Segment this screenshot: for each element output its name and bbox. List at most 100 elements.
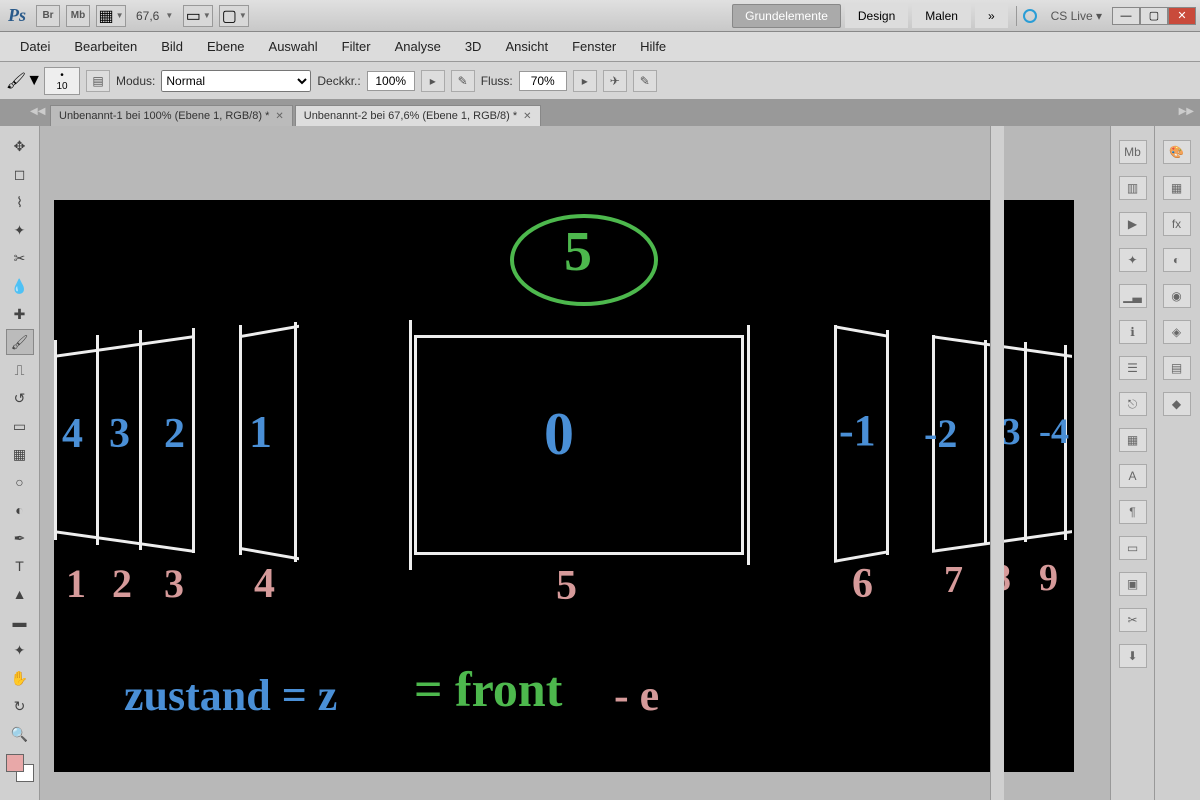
color-panel-icon[interactable]: 🎨 <box>1163 140 1191 164</box>
blue-num: 1 <box>249 405 272 458</box>
lasso-tool[interactable]: ⌇ <box>6 189 34 215</box>
close-tab-icon[interactable]: ✕ <box>523 111 531 122</box>
styles-panel-icon[interactable]: fx <box>1163 212 1191 236</box>
menu-datei[interactable]: Datei <box>8 35 62 58</box>
history-brush-tool[interactable]: ↺ <box>6 385 34 411</box>
path-select-tool[interactable]: ▲ <box>6 581 34 607</box>
opacity-input[interactable]: 100% <box>367 71 415 91</box>
canvas-area: 5 0 <box>40 126 1110 800</box>
zoom-tool[interactable]: 🔍 <box>6 721 34 747</box>
stamp-tool[interactable]: ⎍ <box>6 357 34 383</box>
flow-input[interactable]: 70% <box>519 71 567 91</box>
brush-tool[interactable]: 🖌 <box>6 329 34 355</box>
masks-panel-icon[interactable]: ◐ <box>1163 248 1191 272</box>
tools-panel-icon[interactable]: ✂ <box>1119 608 1147 632</box>
menu-hilfe[interactable]: Hilfe <box>628 35 678 58</box>
screen-mode-dropdown[interactable]: ▦▼ <box>96 5 126 27</box>
menu-bearbeiten[interactable]: Bearbeiten <box>62 35 149 58</box>
arrange-dropdown[interactable]: ▭▼ <box>183 5 213 27</box>
menu-ebene[interactable]: Ebene <box>195 35 257 58</box>
menu-fenster[interactable]: Fenster <box>560 35 628 58</box>
eyedropper-tool[interactable]: 💧 <box>6 273 34 299</box>
workspace-design[interactable]: Design <box>845 4 908 28</box>
collapse-left-icon[interactable]: ◀◀ <box>30 106 45 117</box>
minimize-button[interactable]: — <box>1112 7 1140 25</box>
collapse-right-icon[interactable]: ▶▶ <box>1179 106 1194 117</box>
maximize-button[interactable]: ▢ <box>1140 7 1168 25</box>
deckkraft-label: Deckkr.: <box>317 74 360 88</box>
view-dropdown[interactable]: ▢▼ <box>219 5 249 27</box>
paragraph-panel-icon[interactable]: ¶ <box>1119 500 1147 524</box>
pen-tool[interactable]: ✒ <box>6 525 34 551</box>
menu-auswahl[interactable]: Auswahl <box>257 35 330 58</box>
channels-panel-icon[interactable]: ▤ <box>1163 356 1191 380</box>
airbrush-icon[interactable]: ✈ <box>603 70 627 92</box>
center-frame <box>414 335 744 555</box>
clone-panel-icon[interactable]: ▣ <box>1119 572 1147 596</box>
histogram-panel-icon[interactable]: ▥ <box>1119 176 1147 200</box>
minibridge-panel-icon[interactable]: Mb <box>1119 140 1147 164</box>
chart-panel-icon[interactable]: ▁▃ <box>1119 284 1147 308</box>
pink-num: 4 <box>254 560 275 608</box>
brush-tool-icon[interactable]: 🖌▼ <box>10 70 38 92</box>
flow-scrubber[interactable]: ▸ <box>573 70 597 92</box>
hand-tool[interactable]: ✋ <box>6 665 34 691</box>
document-canvas[interactable]: 5 0 <box>54 200 1074 772</box>
tablet-opacity-icon[interactable]: ✎ <box>451 70 475 92</box>
titlebar: Ps Br Mb ▦▼ 67,6▼ ▭▼ ▢▼ Grundelemente De… <box>0 0 1200 32</box>
info-panel-icon[interactable]: ℹ <box>1119 320 1147 344</box>
crop-tool[interactable]: ✂ <box>6 245 34 271</box>
tablet-size-icon[interactable]: ✎ <box>633 70 657 92</box>
play-panel-icon[interactable]: ▶ <box>1119 212 1147 236</box>
workspace-grundelemente[interactable]: Grundelemente <box>732 4 841 28</box>
shape-tool[interactable]: ▬ <box>6 609 34 635</box>
brush-panel-toggle[interactable]: ▤ <box>86 70 110 92</box>
menu-analyse[interactable]: Analyse <box>383 35 453 58</box>
magic-wand-tool[interactable]: ✦ <box>6 217 34 243</box>
blue-num: -1 <box>839 405 876 456</box>
zoom-level[interactable]: 67,6 <box>136 9 159 23</box>
type-tool[interactable]: T <box>6 553 34 579</box>
blur-tool[interactable]: ○ <box>6 469 34 495</box>
adjustments-panel-icon[interactable]: ☰ <box>1119 356 1147 380</box>
menu-3d[interactable]: 3D <box>453 35 494 58</box>
character-panel-icon[interactable]: A <box>1119 464 1147 488</box>
pink-num: 6 <box>852 560 873 608</box>
layers2-panel-icon[interactable]: ◈ <box>1163 320 1191 344</box>
3d-tool[interactable]: ✦ <box>6 637 34 663</box>
cslive-menu[interactable]: CS Live ▾ <box>1051 9 1102 23</box>
gradient-tool[interactable]: ▦ <box>6 441 34 467</box>
close-tab-icon[interactable]: ✕ <box>275 111 283 122</box>
color-swatches[interactable] <box>6 754 34 782</box>
brush-preset-picker[interactable]: •10 <box>44 67 80 95</box>
workspace-malen[interactable]: Malen <box>912 4 971 28</box>
navigator-panel-icon[interactable]: ✦ <box>1119 248 1147 272</box>
opacity-scrubber[interactable]: ▸ <box>421 70 445 92</box>
dodge-tool[interactable]: ◐ <box>6 497 34 523</box>
equation-pink: - e <box>614 670 659 721</box>
adjustments2-panel-icon[interactable]: ◉ <box>1163 284 1191 308</box>
usb-panel-icon[interactable]: ⎋ <box>1119 392 1147 416</box>
paths-panel-icon[interactable]: ◆ <box>1163 392 1191 416</box>
minibridge-button[interactable]: Mb <box>66 5 90 27</box>
vertical-scrollbar[interactable] <box>990 126 1004 800</box>
menu-ansicht[interactable]: Ansicht <box>493 35 560 58</box>
move-tool[interactable]: ✥ <box>6 133 34 159</box>
marquee-tool[interactable]: ◻ <box>6 161 34 187</box>
menu-bild[interactable]: Bild <box>149 35 195 58</box>
pink-num: 9 <box>1039 556 1058 600</box>
download-panel-icon[interactable]: ⬇ <box>1119 644 1147 668</box>
swatches-panel-icon[interactable]: ▦ <box>1163 176 1191 200</box>
rotate-tool[interactable]: ↻ <box>6 693 34 719</box>
menu-filter[interactable]: Filter <box>330 35 383 58</box>
healing-tool[interactable]: ✚ <box>6 301 34 327</box>
workspace-more[interactable]: » <box>975 4 1008 28</box>
close-button[interactable]: ✕ <box>1168 7 1196 25</box>
bridge-button[interactable]: Br <box>36 5 60 27</box>
doc-tab-1[interactable]: Unbenannt-1 bei 100% (Ebene 1, RGB/8) *✕ <box>50 105 293 126</box>
blend-mode-select[interactable]: Normal <box>161 70 311 92</box>
layers-panel-icon[interactable]: ▭ <box>1119 536 1147 560</box>
doc-tab-2[interactable]: Unbenannt-2 bei 67,6% (Ebene 1, RGB/8) *… <box>295 105 541 126</box>
eraser-tool[interactable]: ▭ <box>6 413 34 439</box>
brush-presets-panel-icon[interactable]: ▦ <box>1119 428 1147 452</box>
